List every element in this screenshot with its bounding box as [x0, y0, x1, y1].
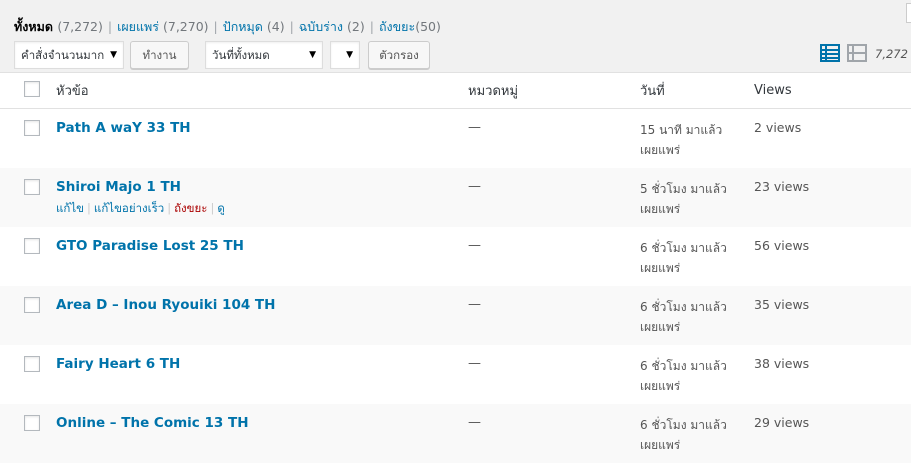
post-title-link[interactable]: Path A waY 33 TH — [56, 120, 468, 136]
quick-edit-link[interactable]: แก้ไขอย่างเร็ว — [94, 201, 164, 215]
filter-all[interactable]: ทั้งหมด (7,272) — [14, 19, 103, 34]
separator: | — [289, 19, 294, 34]
post-status: เผยแพร่ — [640, 378, 681, 393]
post-views: 38 views — [754, 355, 810, 371]
post-date: 6 ชั่วโมง มาแล้วเผยแพร่ — [640, 238, 754, 278]
post-date: 6 ชั่วโมง มาแล้วเผยแพร่ — [640, 356, 754, 396]
column-title[interactable]: หัวข้อ — [56, 72, 468, 109]
post-views: 56 views — [754, 237, 810, 253]
post-status: เผยแพร่ — [640, 143, 681, 157]
post-date: 5 ชั่วโมง มาแล้วเผยแพร่ — [640, 179, 754, 219]
filter-all-count: (7,272) — [57, 19, 103, 34]
post-date-ago: 5 ชั่วโมง มาแล้ว — [640, 181, 727, 196]
chevron-down-icon: ▼ — [346, 50, 353, 60]
post-title-link[interactable]: Online – The Comic 13 TH — [56, 415, 468, 431]
select-all-cell — [0, 72, 56, 109]
excerpt-view-icon[interactable] — [847, 44, 867, 62]
chevron-down-icon: ▼ — [110, 50, 117, 60]
post-category: — — [468, 355, 481, 371]
table-row: Area D – Inou Ryouiki 104 TH — 6 ชั่วโมง… — [0, 285, 911, 345]
filter-drafts[interactable]: ฉบับร่าง (2) — [299, 19, 365, 34]
table-nav: คำสั่งจำนวนมาก ▼ ทำงาน วันที่ทั้งหมด ▼ ▼… — [14, 41, 911, 71]
filter-published[interactable]: เผยแพร่ (7,270) — [117, 19, 208, 34]
filter-all-label: ทั้งหมด — [14, 19, 53, 34]
filter-trash-label: ถังขยะ — [378, 19, 416, 34]
post-status: เผยแพร่ — [640, 201, 681, 216]
row-checkbox[interactable] — [24, 355, 40, 372]
post-status: เผยแพร่ — [640, 260, 681, 275]
column-categories: หมวดหมู่ — [468, 72, 640, 109]
separator: | — [107, 19, 113, 34]
date-filter-select[interactable]: วันที่ทั้งหมด ▼ — [205, 41, 323, 69]
table-row: Shiroi Majo 1 TH แก้ไข | แก้ไขอย่างเร็ว | ถั… — [0, 167, 911, 227]
table-row: Fairy Heart 6 TH — 6 ชั่วโมง มาแล้วเผยแพ… — [0, 345, 911, 404]
column-views[interactable]: Views — [754, 72, 911, 109]
post-title-link[interactable]: Area D – Inou Ryouiki 104 TH — [56, 297, 468, 313]
screen-options-edge[interactable] — [906, 3, 911, 23]
post-date-ago: 15 นาที มาแล้ว — [640, 123, 723, 137]
row-checkbox[interactable] — [24, 414, 40, 431]
posts-table: หัวข้อ หมวดหมู่ วันที่ Views Path A waY … — [0, 72, 911, 463]
post-category: — — [468, 120, 481, 135]
bulk-action-select[interactable]: คำสั่งจำนวนมาก ▼ — [14, 41, 124, 69]
filter-published-count: (7,270) — [163, 19, 209, 34]
filter-sticky-label: ปักหมุด — [222, 19, 263, 34]
bulk-action-value: คำสั่งจำนวนมาก — [21, 48, 105, 62]
date-filter-value: วันที่ทั้งหมด — [212, 48, 270, 62]
post-views: 23 views — [754, 178, 810, 194]
filter-published-label: เผยแพร่ — [117, 19, 160, 34]
row-actions: แก้ไข | แก้ไขอย่างเร็ว | ถังขยะ | ดู — [56, 200, 468, 218]
column-date[interactable]: วันที่ — [640, 72, 754, 109]
post-views: 29 views — [754, 414, 810, 430]
filter-button[interactable]: ตัวกรอง — [368, 41, 430, 69]
separator: | — [369, 19, 374, 34]
post-category: — — [468, 414, 481, 430]
separator: | — [167, 200, 172, 215]
row-checkbox[interactable] — [24, 178, 40, 195]
post-category: — — [468, 237, 481, 253]
apply-button[interactable]: ทำงาน — [130, 41, 189, 69]
post-status: เผยแพร่ — [640, 437, 681, 452]
post-views: 35 views — [754, 296, 810, 312]
post-category: — — [468, 296, 481, 312]
post-title-link[interactable]: Shiroi Majo 1 TH — [56, 179, 468, 195]
filter-drafts-label: ฉบับร่าง — [298, 19, 344, 34]
items-count: 7,272 : — [875, 47, 911, 61]
status-filter-links: ทั้งหมด (7,272) | เผยแพร่ (7,270) | ปักหมุด … — [14, 17, 441, 37]
separator: | — [210, 200, 215, 215]
table-row: Online – The Comic 13 TH — 6 ชั่วโมง มาแ… — [0, 403, 911, 463]
post-views: 2 views — [754, 120, 802, 135]
post-date-ago: 6 ชั่วโมง มาแล้ว — [640, 417, 727, 432]
row-checkbox[interactable] — [24, 237, 40, 254]
post-title-link[interactable]: GTO Paradise Lost 25 TH — [56, 238, 468, 254]
post-status: เผยแพร่ — [640, 319, 681, 334]
view-link[interactable]: ดู — [217, 201, 224, 215]
post-date: 6 ชั่วโมง มาแล้วเผยแพร่ — [640, 297, 754, 337]
row-checkbox[interactable] — [24, 296, 40, 313]
list-view-icon[interactable] — [820, 44, 840, 62]
separator: | — [213, 19, 218, 34]
edit-link[interactable]: แก้ไข — [56, 201, 84, 215]
chevron-down-icon: ▼ — [309, 50, 316, 60]
filter-trash[interactable]: ถังขยะ(50) — [379, 19, 441, 34]
select-all-checkbox[interactable] — [24, 80, 40, 97]
table-row: Path A waY 33 TH — 15 นาที มาแล้วเผยแพร่… — [0, 109, 911, 168]
post-date: 15 นาที มาแล้วเผยแพร่ — [640, 120, 754, 160]
category-filter-select[interactable]: ▼ — [330, 41, 360, 69]
post-date-ago: 6 ชั่วโมง มาแล้ว — [640, 299, 727, 314]
post-date-ago: 6 ชั่วโมง มาแล้ว — [640, 358, 727, 373]
row-checkbox[interactable] — [24, 120, 40, 136]
post-date-ago: 6 ชั่วโมง มาแล้ว — [640, 240, 727, 255]
post-date: 6 ชั่วโมง มาแล้วเผยแพร่ — [640, 415, 754, 455]
filter-trash-count: (50) — [415, 19, 441, 34]
trash-link[interactable]: ถังขยะ — [174, 201, 207, 215]
table-row: GTO Paradise Lost 25 TH — 6 ชั่วโมง มาแล… — [0, 227, 911, 286]
filter-sticky-count: (4) — [266, 19, 285, 34]
table-header-row: หัวข้อ หมวดหมู่ วันที่ Views — [0, 72, 911, 109]
post-title-link[interactable]: Fairy Heart 6 TH — [56, 356, 468, 372]
post-category: — — [468, 178, 481, 194]
separator: | — [87, 200, 91, 215]
filter-sticky[interactable]: ปักหมุด (4) — [223, 19, 285, 34]
filter-drafts-count: (2) — [347, 19, 365, 34]
